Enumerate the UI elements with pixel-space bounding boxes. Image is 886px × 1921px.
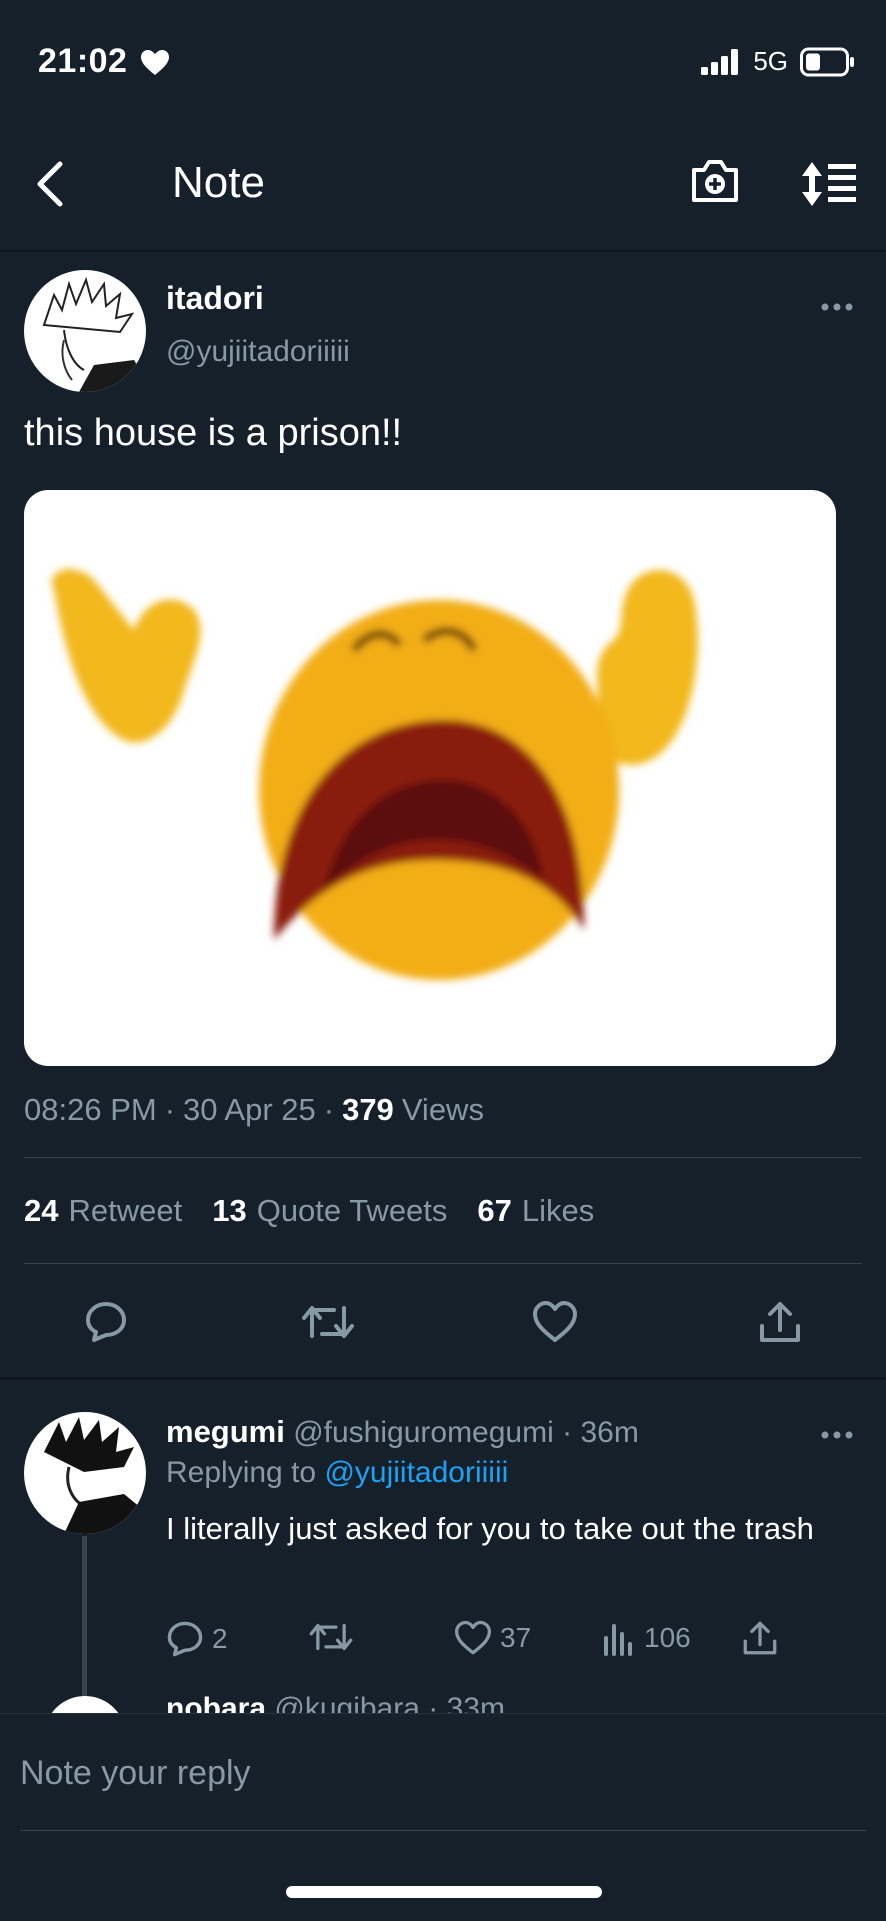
next-reply-peek: nobara @kugibara · 33m [0, 1690, 886, 1713]
replying-to: Replying to @yujiitadoriiiii [166, 1456, 508, 1490]
separator: · [562, 1416, 573, 1449]
crying-emoji-image [52, 569, 698, 980]
reply-more-options-icon[interactable] [820, 1430, 854, 1440]
quote-count: 13 [212, 1193, 247, 1228]
like-icon [455, 1620, 491, 1655]
reply-icon[interactable] [84, 1300, 128, 1344]
retweet-stat[interactable]: 24 Retweet [24, 1193, 182, 1229]
thread-line [82, 1536, 87, 1700]
status-indicators: 5G [701, 46, 856, 77]
next-reply-header: nobara @kugibara · 33m [166, 1692, 505, 1713]
next-reply-avatar[interactable] [44, 1696, 126, 1713]
reply-retweet-action[interactable] [308, 1620, 354, 1654]
home-indicator [286, 1886, 602, 1898]
tweet-time: 08:26 PM [24, 1092, 157, 1127]
likes-stat[interactable]: 67 Likes [477, 1193, 594, 1229]
reply-icon [167, 1621, 203, 1657]
camera-plus-icon[interactable] [690, 156, 740, 206]
quote-stat[interactable]: 13 Quote Tweets [212, 1193, 447, 1229]
like-icon[interactable] [532, 1300, 578, 1344]
back-chevron-icon[interactable] [34, 160, 70, 208]
reply-reply-count: 2 [212, 1623, 228, 1654]
reply-avatar-illustration [44, 1417, 146, 1534]
separator: · [323, 1092, 335, 1127]
sort-icon[interactable] [800, 160, 858, 208]
tweet-media[interactable] [24, 490, 836, 1066]
retweet-label: Retweet [68, 1193, 183, 1228]
reply-avatar[interactable] [24, 1412, 146, 1534]
next-reply-age: 33m [446, 1692, 505, 1713]
reply-author-handle[interactable]: @fushiguromegumi [293, 1416, 554, 1449]
share-icon [743, 1621, 777, 1655]
reply-like-action[interactable]: 37 [454, 1620, 531, 1656]
views-chart-icon [604, 1624, 632, 1656]
reply-views-action[interactable]: 106 [602, 1620, 691, 1656]
reply-text: I literally just asked for you to take o… [166, 1511, 814, 1546]
tweet-stats: 24 Retweet 13 Quote Tweets 67 Likes [24, 1193, 594, 1229]
avatar-illustration [42, 276, 146, 392]
page-title: Note [172, 158, 265, 207]
retweet-icon [309, 1623, 353, 1651]
retweet-count: 24 [24, 1193, 59, 1228]
share-icon[interactable] [758, 1300, 802, 1344]
author-name[interactable]: itadori [166, 280, 264, 317]
next-reply-handle[interactable]: @kugibara [274, 1692, 420, 1713]
reply-like-count: 37 [500, 1622, 532, 1653]
network-label: 5G [753, 46, 788, 76]
status-time: 21:02 [38, 42, 128, 80]
reply-view-count: 106 [644, 1622, 691, 1653]
likes-label: Likes [521, 1193, 595, 1228]
reply-author-name[interactable]: megumi [166, 1414, 285, 1449]
replying-prefix: Replying to [166, 1456, 317, 1489]
reply-share-action[interactable] [742, 1620, 778, 1656]
retweet-icon[interactable] [300, 1302, 356, 1342]
signal-icon [701, 48, 739, 75]
quote-label: Quote Tweets [256, 1193, 448, 1228]
battery-icon [800, 47, 854, 76]
author-avatar[interactable] [24, 270, 146, 392]
tweet-meta: 08:26 PM · 30 Apr 25 · 379 Views [24, 1092, 484, 1128]
tweet-date: 30 Apr 25 [183, 1092, 316, 1127]
more-options-icon[interactable] [820, 302, 854, 312]
likes-count: 67 [477, 1193, 512, 1228]
tweet-text: this house is a prison!! [24, 412, 403, 454]
separator: · [164, 1092, 176, 1127]
reply-header: megumi @fushiguromegumi · 36m [166, 1414, 639, 1450]
reply-reply-action[interactable]: 2 [166, 1620, 228, 1658]
reply-input[interactable]: Note your reply [20, 1754, 251, 1793]
replying-handle-link[interactable]: @yujiitadoriiiii [324, 1456, 508, 1489]
heart-status-icon [141, 50, 169, 75]
views-count: 379 [342, 1092, 394, 1127]
next-reply-author-name[interactable]: nobara [166, 1692, 266, 1713]
reply-age: 36m [580, 1416, 639, 1449]
views-label: Views [401, 1092, 484, 1127]
author-handle[interactable]: @yujiitadoriiiii [166, 335, 350, 369]
separator: · [428, 1692, 439, 1713]
